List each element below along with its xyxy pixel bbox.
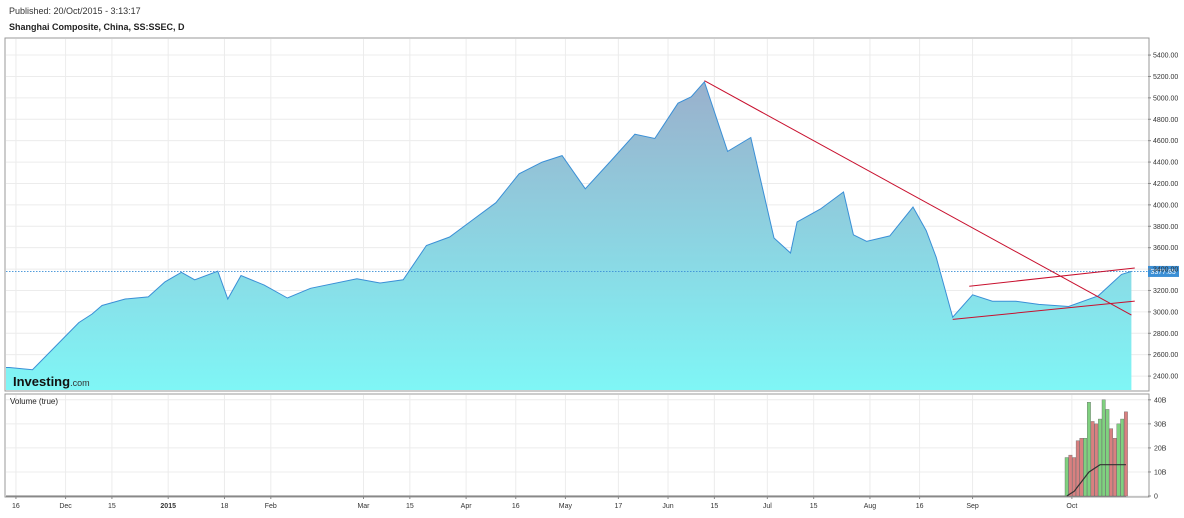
- y-tick-label: 2600.00: [1153, 352, 1178, 359]
- x-tick-label: 2015: [160, 503, 176, 510]
- volume-bar[interactable]: [1090, 421, 1095, 497]
- x-tick-label: Jun: [662, 503, 673, 510]
- volume-bar[interactable]: [1112, 438, 1117, 497]
- y-tick-label: 2800.00: [1153, 331, 1178, 338]
- volume-bar[interactable]: [1079, 438, 1084, 497]
- x-tick-label: Jul: [763, 503, 772, 510]
- y-tick-label: 3000.00: [1153, 309, 1178, 316]
- volume-bar[interactable]: [1123, 411, 1128, 497]
- x-tick-label: 15: [108, 503, 116, 510]
- x-tick-label: 15: [406, 503, 414, 510]
- y-tick-label: 3800.00: [1153, 224, 1178, 231]
- x-tick-label: Aug: [864, 503, 877, 510]
- y-tick-label: 5400.00: [1153, 53, 1178, 60]
- volume-bar[interactable]: [1101, 399, 1106, 497]
- volume-bar[interactable]: [1109, 428, 1114, 497]
- x-tick-label: May: [559, 503, 573, 510]
- volume-bar[interactable]: [1094, 423, 1099, 497]
- volume-bar[interactable]: [1120, 418, 1125, 497]
- volume-bar[interactable]: [1105, 409, 1110, 497]
- channel-upper-line[interactable]: [969, 267, 1135, 287]
- y-tick-label: 3600.00: [1153, 245, 1178, 252]
- volume-bar[interactable]: [1086, 402, 1091, 497]
- y-tick-label: 4800.00: [1153, 117, 1178, 124]
- volume-bar[interactable]: [1098, 418, 1102, 497]
- x-tick-label: Oct: [1066, 503, 1077, 510]
- volume-bar[interactable]: [1064, 457, 1069, 497]
- volume-y-tick-label: 40B: [1154, 397, 1167, 404]
- x-tick-label: 16: [916, 503, 924, 510]
- y-tick-label: 3200.00: [1153, 288, 1178, 295]
- price-chart[interactable]: 3377.85 5400.005200.005000.004800.004600…: [0, 0, 1184, 518]
- x-tick-label: Apr: [461, 503, 473, 510]
- y-tick-label: 5000.00: [1153, 95, 1178, 102]
- y-tick-label: 4200.00: [1153, 181, 1178, 188]
- x-tick-label: 16: [512, 503, 520, 510]
- x-tick-label: 18: [221, 503, 229, 510]
- volume-y-tick-label: 10B: [1154, 469, 1167, 476]
- x-tick-label: 16: [12, 503, 20, 510]
- price-area-fill: [6, 81, 1132, 391]
- x-tick-label: 15: [810, 503, 818, 510]
- x-tick-label: 17: [614, 503, 622, 510]
- x-tick-label: Mar: [357, 503, 370, 510]
- logo-brand-text: Investing: [13, 374, 70, 389]
- y-tick-label: 4600.00: [1153, 138, 1178, 145]
- y-tick-label: 4400.00: [1153, 160, 1178, 167]
- y-tick-label: 3400.00: [1153, 267, 1178, 274]
- volume-y-tick-label: 30B: [1154, 421, 1167, 428]
- y-tick-label: 4000.00: [1153, 202, 1178, 209]
- y-tick-label: 2400.00: [1153, 374, 1178, 381]
- volume-bar[interactable]: [1116, 423, 1121, 497]
- volume-y-tick-label: 0: [1154, 494, 1158, 501]
- y-tick-label: 5200.00: [1153, 74, 1178, 81]
- volume-panel-title: Volume (true): [10, 397, 58, 406]
- x-tick-label: Feb: [265, 503, 277, 510]
- logo-suffix-text: .com: [70, 378, 90, 388]
- x-tick-label: 15: [710, 503, 718, 510]
- volume-panel-frame: [4, 393, 1150, 498]
- x-tick-label: Sep: [966, 503, 979, 510]
- x-tick-label: Dec: [59, 503, 72, 510]
- volume-bar[interactable]: [1083, 438, 1088, 497]
- volume-y-tick-label: 20B: [1154, 445, 1167, 452]
- volume-bar[interactable]: [1068, 454, 1073, 497]
